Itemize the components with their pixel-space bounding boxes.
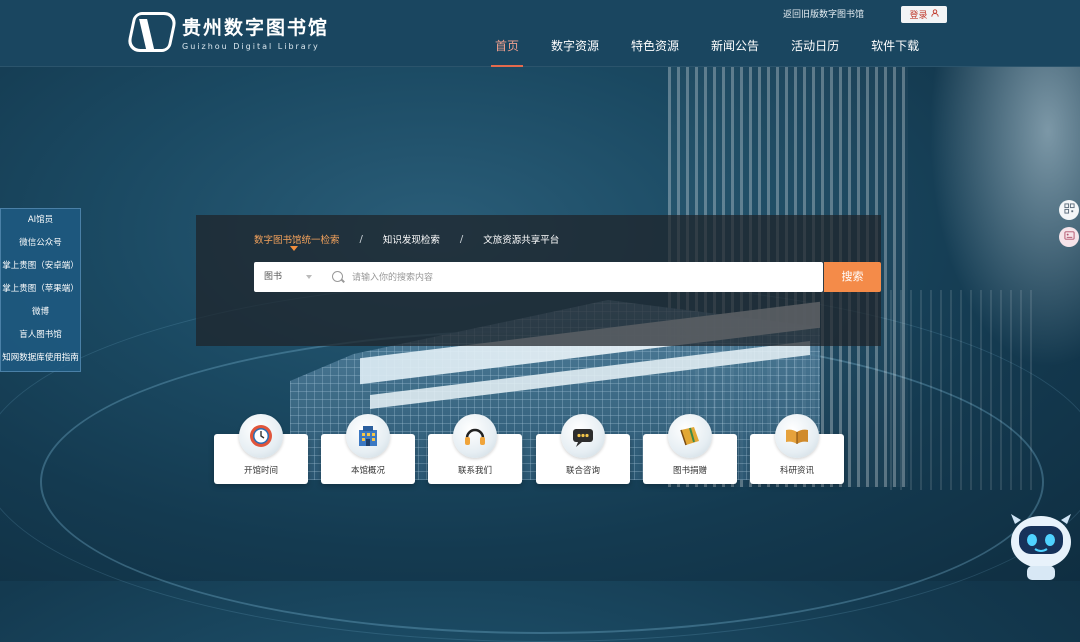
service-card-label: 联合咨询 [565,466,600,476]
service-card-book-donation[interactable]: 图书捐赠 [643,414,737,484]
tab-knowledge-discovery[interactable]: 知识发现检索 [383,232,440,246]
search-icon [332,271,343,282]
nav-item-event-calendar[interactable]: 活动日历 [775,38,855,66]
accessibility-icon [1063,230,1075,244]
qr-code-icon [1063,203,1075,217]
clock-icon [239,414,283,458]
nav-item-digital-resources[interactable]: 数字资源 [535,38,615,66]
main-nav: 首页 数字资源 特色资源 新闻公告 活动日历 软件下载 [479,38,935,67]
search-tabs: 数字图书馆统一检索 / 知识发现检索 / 文旅资源共享平台 [254,232,559,251]
service-card-label: 联系我们 [457,466,492,476]
service-card-label: 本馆概况 [350,466,385,476]
logo-title-en: Guizhou Digital Library [182,42,320,51]
nav-item-news[interactable]: 新闻公告 [695,38,775,66]
search-button[interactable]: 搜索 [824,262,881,292]
site-logo[interactable]: 贵州数字图书馆 Guizhou Digital Library [125,12,329,52]
tab-unified-search-label: 数字图书馆统一检索 [254,235,340,246]
login-label: 登录 [909,11,928,21]
search-scope-select[interactable]: 图书 [264,262,282,292]
sidebar-item-blind-library[interactable]: 盲人图书馆 [1,324,80,347]
tab-separator: / [359,233,363,245]
sidebar-item-ios-app[interactable]: 掌上贵图（苹果端） [1,278,80,301]
logo-title-cn: 贵州数字图书馆 [182,17,330,39]
qr-code-float-button[interactable] [1059,200,1079,220]
ai-assistant-robot[interactable] [1005,500,1077,580]
service-card-contact-us[interactable]: 联系我们 [428,414,522,484]
site-header: 贵州数字图书馆 Guizhou Digital Library 返回旧版数字图书… [0,0,1080,67]
active-tab-caret-icon [290,246,298,251]
user-icon [930,9,939,20]
service-card-research-news[interactable]: 科研资讯 [750,414,844,484]
nav-item-home[interactable]: 首页 [479,38,535,67]
search-panel: 数字图书馆统一检索 / 知识发现检索 / 文旅资源共享平台 图书 搜索 [196,215,881,346]
accessibility-float-button[interactable] [1059,227,1079,247]
tab-culture-tourism-platform[interactable]: 文旅资源共享平台 [483,232,559,246]
service-card-label: 开馆时间 [243,466,278,476]
left-quick-links: AI馆员 微信公众号 掌上贵图（安卓端） 掌上贵图（苹果端） 微博 盲人图书馆 … [0,208,81,372]
tab-separator: / [459,233,464,245]
chat-bubble-icon [561,414,605,458]
sidebar-item-wechat[interactable]: 微信公众号 [1,232,80,255]
service-card-joint-consultation[interactable]: 联合咨询 [536,414,630,484]
logo-text: 贵州数字图书馆 Guizhou Digital Library [182,13,329,51]
background-glow [920,67,1080,387]
book-gift-icon [668,414,712,458]
building-icon [346,414,390,458]
open-book-icon [775,414,819,458]
search-input[interactable] [350,262,754,294]
sidebar-item-ai-librarian[interactable]: AI馆员 [1,209,80,232]
chevron-down-icon [306,275,312,279]
login-button[interactable]: 登录 [901,6,947,23]
service-card-opening-hours[interactable]: 开馆时间 [214,414,308,484]
service-card-label: 科研资讯 [779,466,814,476]
tab-unified-search[interactable]: 数字图书馆统一检索 [254,232,340,251]
headset-icon [453,414,497,458]
sidebar-item-weibo[interactable]: 微博 [1,301,80,324]
search-box: 图书 搜索 [254,262,881,294]
service-card-library-overview[interactable]: 本馆概况 [321,414,415,484]
nav-item-software-download[interactable]: 软件下载 [855,38,935,66]
nav-item-special-resources[interactable]: 特色资源 [615,38,695,66]
old-site-link[interactable]: 返回旧版数字图书馆 [783,7,864,20]
sidebar-item-cnki-guide[interactable]: 知网数据库使用指南 [1,347,80,370]
robot-mascot-icon [1011,514,1071,580]
service-card-label: 图书捐赠 [672,466,707,476]
sidebar-item-android-app[interactable]: 掌上贵图（安卓端） [1,255,80,278]
logo-mark-icon [125,12,179,52]
